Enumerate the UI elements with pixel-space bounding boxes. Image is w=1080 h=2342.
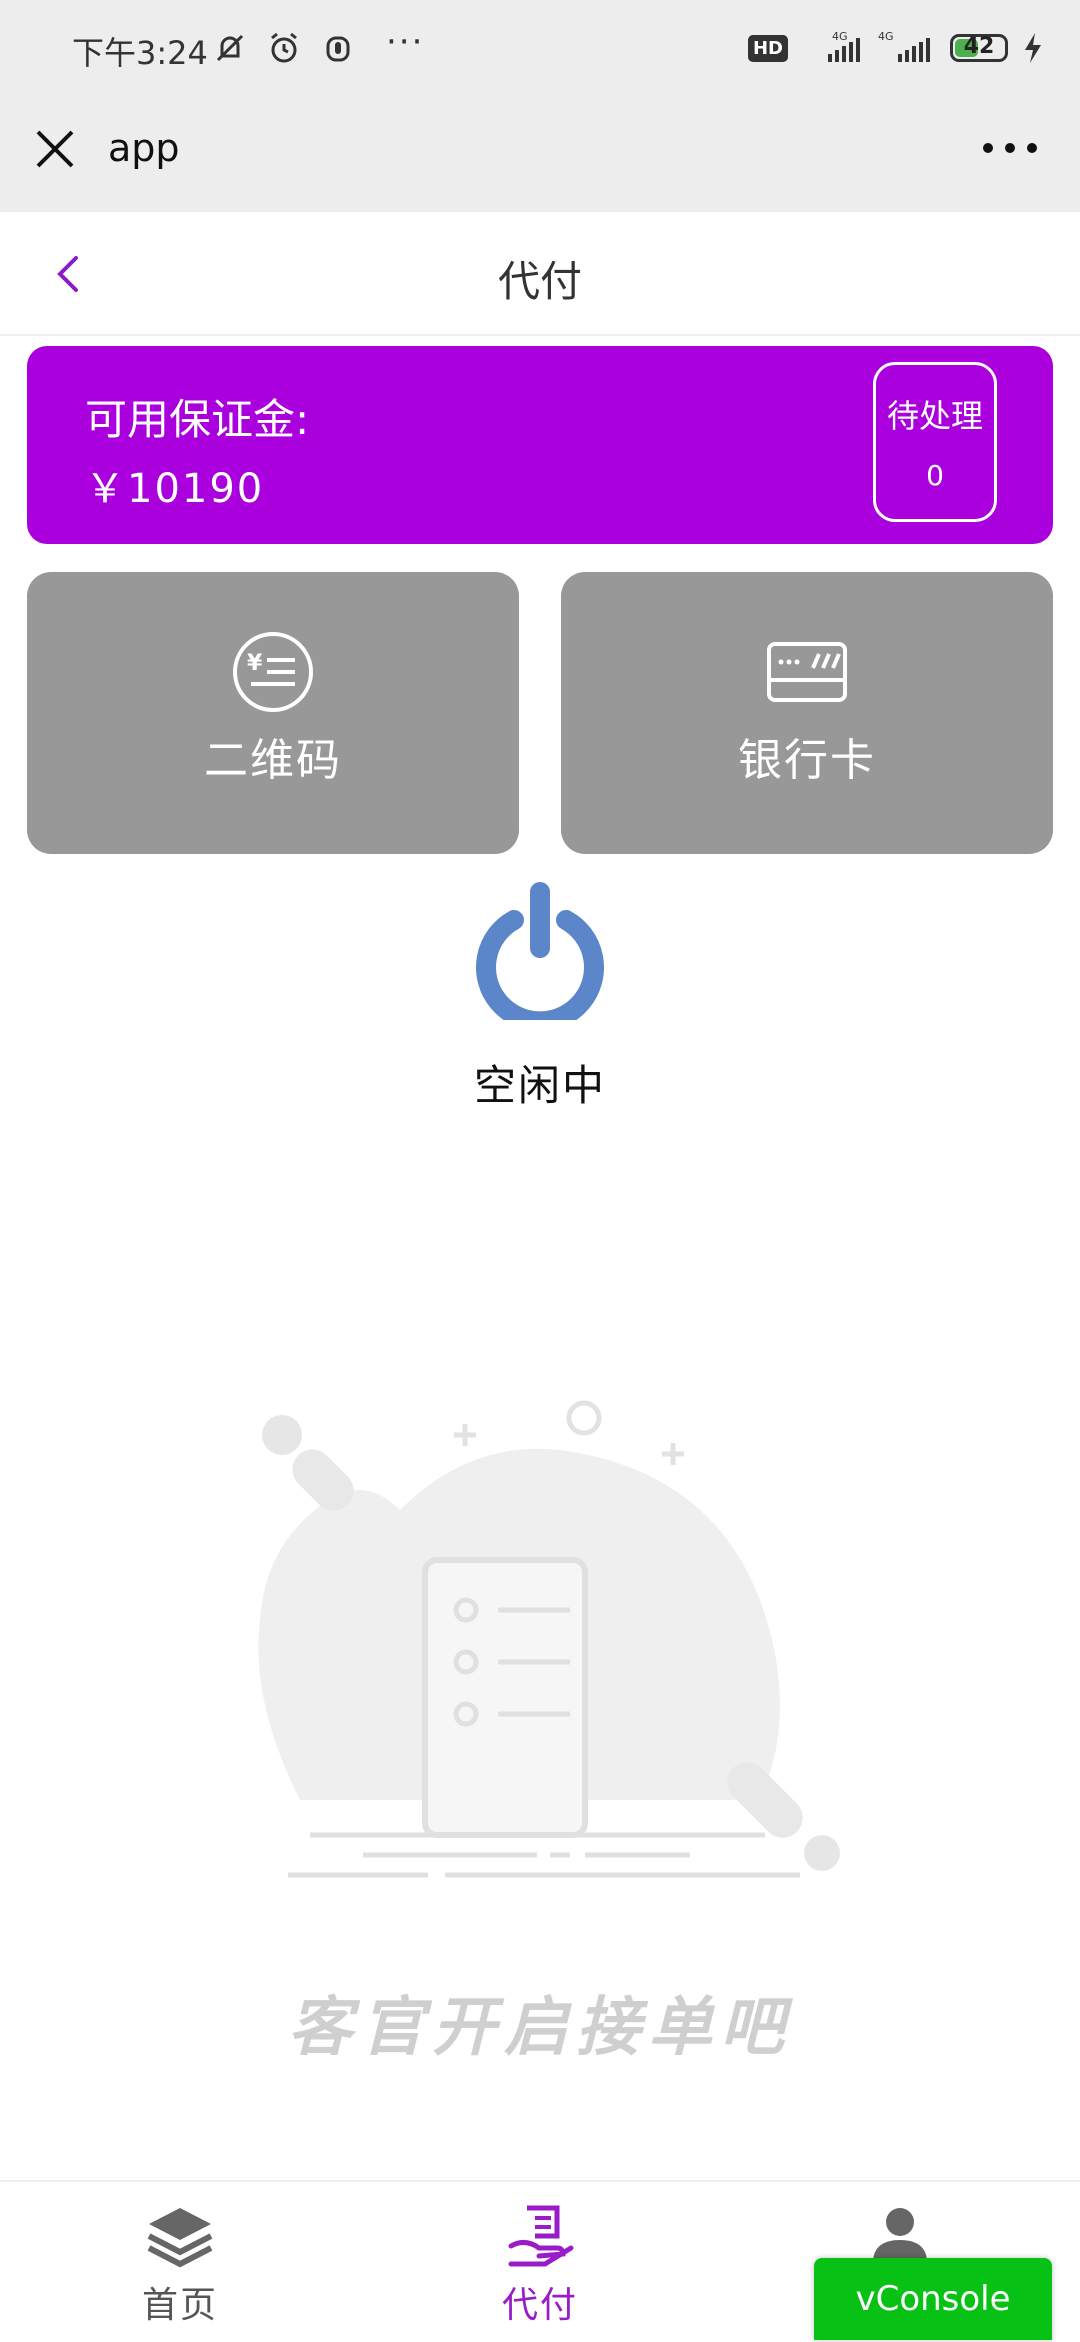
- status-right: HD 4G 4G 42: [747, 30, 1044, 66]
- balance-amount: ￥10190: [85, 466, 265, 512]
- empty-state-illustration: [258, 1400, 840, 1878]
- layers-icon: [147, 2208, 213, 2268]
- signal-icon: 4G: [828, 30, 860, 62]
- status-time: 下午3:24: [72, 34, 208, 72]
- svg-text:4G: 4G: [832, 30, 848, 43]
- nav-item-pay[interactable]: 代付: [440, 2202, 640, 2328]
- hd-badge: HD: [747, 34, 788, 62]
- page-title: 代付: [497, 257, 582, 306]
- app-title: app: [108, 126, 180, 170]
- signal-icon-2: 4G: [878, 30, 930, 62]
- work-status-label: 空闲中: [473, 1061, 606, 1110]
- balance-card: 可用保证金: ￥10190 待处理 0: [27, 346, 1053, 544]
- bank-card-tile[interactable]: 银行卡: [561, 572, 1053, 854]
- mute-bell-icon: [216, 34, 244, 62]
- nav-label-home: 首页: [141, 2285, 218, 2326]
- more-options-icon[interactable]: [980, 140, 1040, 156]
- svg-text:¥: ¥: [247, 651, 263, 676]
- bank-card-icon: [767, 642, 847, 702]
- bank-card-label: 银行卡: [738, 735, 876, 786]
- nav-label-pay: 代付: [501, 2285, 578, 2326]
- vconsole-button[interactable]: vConsole: [814, 2258, 1052, 2340]
- page-header: 代付: [0, 212, 1080, 336]
- pay-hand-icon: [508, 2205, 574, 2267]
- close-icon[interactable]: [32, 126, 78, 172]
- svg-text:4G: 4G: [878, 30, 894, 43]
- battery-level: 42: [963, 34, 995, 59]
- pending-count: 0: [926, 459, 944, 492]
- status-bar: 下午3:24 ··· HD 4G 4G 42: [0, 0, 1080, 100]
- battery-icon: 42: [950, 34, 1008, 62]
- alarm-icon: [271, 32, 297, 63]
- yuan-list-icon: ¥: [233, 632, 313, 712]
- notification-app-icon: [326, 36, 350, 62]
- pending-button[interactable]: 待处理 0: [873, 362, 997, 522]
- charging-bolt-icon: [1025, 33, 1041, 63]
- power-icon[interactable]: [474, 880, 606, 1020]
- qr-code-label: 二维码: [204, 735, 342, 786]
- status-icons: [212, 30, 356, 66]
- status-more-dots: ···: [386, 22, 425, 62]
- balance-label: 可用保证金:: [85, 395, 310, 444]
- qr-code-tile[interactable]: ¥ 二维码: [27, 572, 519, 854]
- pending-label: 待处理: [886, 397, 983, 435]
- app-bar: app: [0, 100, 1080, 212]
- nav-item-home[interactable]: 首页: [80, 2202, 280, 2328]
- empty-state-text: 客官开启接单吧: [288, 1990, 792, 2065]
